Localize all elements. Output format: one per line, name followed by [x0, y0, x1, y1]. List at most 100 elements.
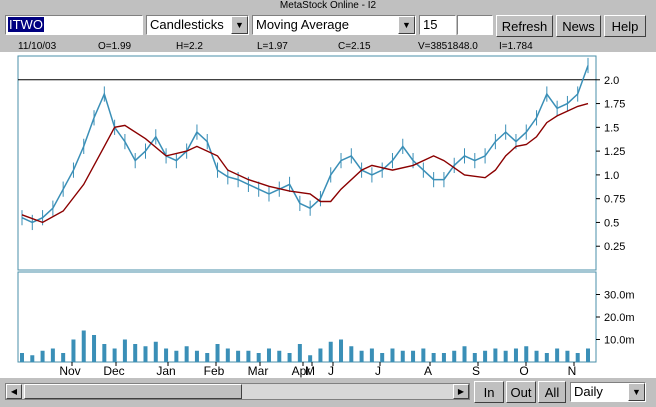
x-axis-label: Mar	[248, 364, 269, 378]
news-button[interactable]: News	[556, 15, 601, 37]
horizontal-scrollbar[interactable]: ◀ ▶	[5, 383, 470, 400]
volume-bar	[133, 344, 138, 362]
footer-bar: ◀ ▶ In Out All Daily ▼	[0, 380, 656, 405]
volume-bar	[369, 348, 374, 362]
volume-bar	[61, 353, 66, 362]
price-tick-label: 1.0	[604, 170, 619, 182]
volume-bar	[483, 350, 488, 362]
volume-bar	[256, 353, 261, 362]
price-tick-label: 1.5	[604, 122, 619, 134]
volume-bar	[225, 348, 230, 362]
period-select-value: Daily	[574, 384, 603, 399]
volume-bar	[575, 353, 580, 362]
window-title: MetaStock Online - I2	[279, 0, 377, 11]
volume-bar	[462, 346, 467, 362]
all-button[interactable]: All	[538, 381, 566, 403]
volume-bar	[400, 350, 405, 362]
volume-bar	[297, 344, 302, 362]
volume-bar	[390, 348, 395, 362]
scroll-thumb[interactable]	[24, 384, 242, 399]
volume-bar	[40, 350, 45, 362]
price-tick-label: 0.25	[604, 241, 625, 253]
price-tick-label: 0.5	[604, 217, 619, 229]
volume-bar	[359, 350, 364, 362]
volume-bar	[452, 350, 457, 362]
volume-bar	[339, 339, 344, 362]
volume-bar	[544, 353, 549, 362]
x-axis-label: J	[375, 364, 381, 378]
chevron-down-icon[interactable]: ▼	[231, 16, 248, 34]
volume-bar	[20, 353, 24, 362]
x-axis-label: A	[424, 364, 432, 378]
volume-bar	[215, 344, 220, 362]
period-select[interactable]: Daily ▼	[570, 382, 646, 402]
x-axis-label: Dec	[103, 364, 124, 378]
volume-bar	[534, 350, 539, 362]
x-axis-label: J	[328, 364, 334, 378]
volume-bar	[164, 348, 169, 362]
volume-bar	[411, 350, 416, 362]
indicator-select[interactable]: Moving Average ▼	[252, 15, 416, 35]
volume-bar	[380, 353, 385, 362]
volume-bar	[81, 330, 86, 362]
volume-bar	[493, 348, 498, 362]
refresh-button[interactable]: Refresh	[496, 15, 553, 37]
volume-bar	[266, 348, 271, 362]
volume-bar	[143, 346, 148, 362]
volume-bar	[50, 348, 55, 362]
x-axis-label: Nov	[59, 364, 80, 378]
volume-bar	[287, 353, 292, 362]
volume-bar	[503, 350, 508, 362]
price-tick-label: 2.0	[604, 75, 619, 87]
x-axis-label: Jan	[156, 364, 175, 378]
volume-bar	[184, 346, 189, 362]
price-tick-label: 1.25	[604, 146, 625, 158]
scroll-left-icon[interactable]: ◀	[6, 384, 22, 399]
x-axis-label: N	[568, 364, 577, 378]
x-axis-label: M	[305, 364, 315, 378]
volume-bar	[308, 355, 313, 362]
x-axis-label: O	[519, 364, 528, 378]
volume-bar	[71, 339, 76, 362]
volume-bar	[92, 335, 97, 362]
volume-bar	[246, 350, 251, 362]
volume-bar	[441, 353, 446, 362]
chart-type-select[interactable]: Candlesticks ▼	[146, 15, 249, 35]
volume-tick-label: 20.0m	[604, 312, 635, 324]
volume-bar	[277, 350, 282, 362]
period-input[interactable]: 15	[419, 15, 456, 35]
price-tick-label: 1.75	[604, 99, 625, 111]
price-chart[interactable]: 2.0 1.75 1.5 1.25 1.0 0.75 0.5 0.25 30.0m 20.0m 1…	[0, 52, 656, 378]
volume-bar	[555, 348, 560, 362]
volume-bar	[122, 339, 127, 362]
volume-bar	[349, 346, 354, 362]
chevron-down-icon[interactable]: ▼	[398, 16, 415, 34]
volume-bar	[112, 348, 117, 362]
chart-panel: 2.0 1.75 1.5 1.25 1.0 0.75 0.5 0.25 30.0m 20.0m 1…	[0, 52, 656, 378]
chevron-down-icon[interactable]: ▼	[628, 383, 645, 401]
volume-bar	[586, 348, 590, 362]
volume-bar	[421, 348, 426, 362]
help-button[interactable]: Help	[604, 15, 646, 37]
volume-tick-label: 10.0m	[604, 335, 635, 347]
volume-bar	[318, 348, 323, 362]
volume-bar	[153, 341, 158, 362]
volume-bar	[236, 350, 241, 362]
volume-bar	[431, 353, 436, 362]
chart-type-value: Candlesticks	[150, 17, 224, 32]
volume-bar	[205, 353, 210, 362]
symbol-input[interactable]: ITWO	[5, 15, 143, 35]
x-axis-label: Feb	[204, 364, 225, 378]
volume-bar	[174, 350, 179, 362]
volume-bar	[513, 348, 518, 362]
volume-bar	[328, 341, 333, 362]
extra-input[interactable]	[457, 15, 493, 35]
volume-bar	[524, 346, 529, 362]
zoom-in-button[interactable]: In	[474, 381, 504, 403]
volume-bar	[472, 353, 477, 362]
scroll-right-icon[interactable]: ▶	[453, 384, 469, 399]
x-axis-label: S	[472, 364, 480, 378]
zoom-out-button[interactable]: Out	[506, 381, 536, 403]
volume-bar	[30, 355, 35, 362]
volume-bar	[194, 350, 199, 362]
